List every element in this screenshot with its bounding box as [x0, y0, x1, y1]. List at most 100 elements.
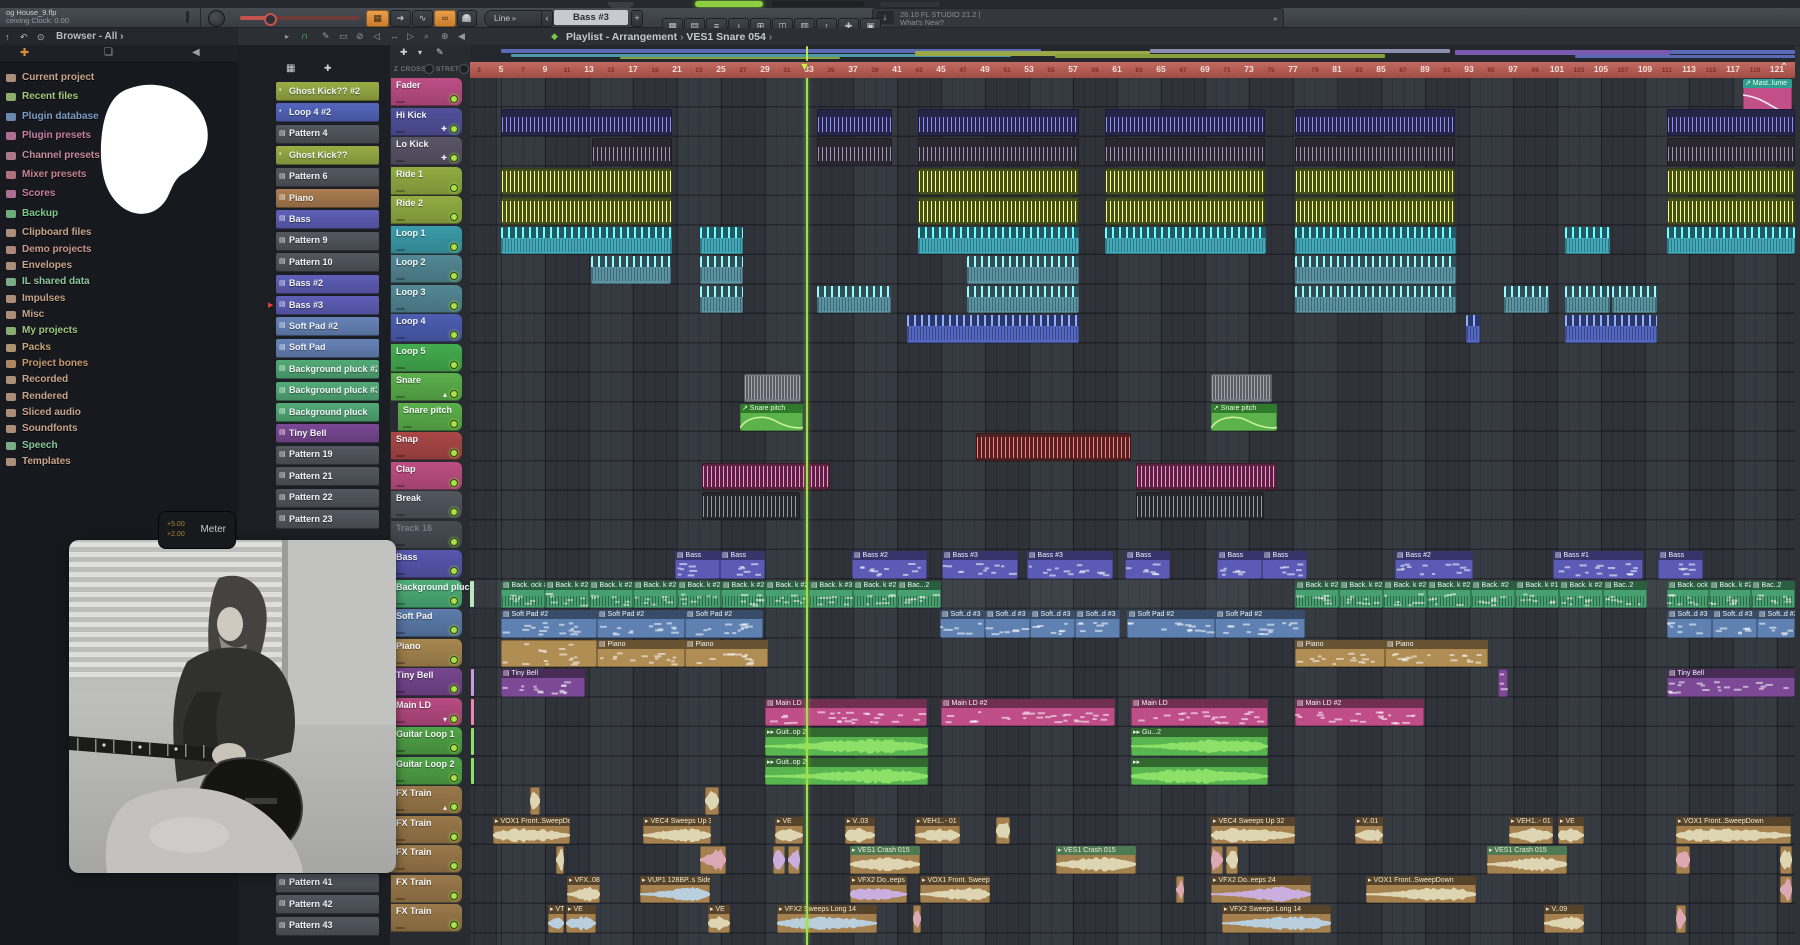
- browser-item[interactable]: Envelopes: [6, 259, 231, 274]
- playlist-clip[interactable]: [918, 168, 1079, 196]
- playlist-clip[interactable]: ▤ Soft..d #3: [1757, 610, 1795, 638]
- playlist-clip[interactable]: ▸ VFX2 Sweeps Long 14: [777, 905, 877, 933]
- track-header[interactable]: Loop 5: [391, 344, 462, 372]
- magnet-icon[interactable]: ∩: [301, 31, 308, 42]
- main-volume-knob[interactable]: [208, 10, 225, 27]
- pattern-item[interactable]: ▤Soft Pad #2: [276, 317, 379, 336]
- collapse-down-icon[interactable]: ▾: [443, 715, 447, 724]
- stretch-knob[interactable]: [459, 64, 469, 74]
- playlist-clip[interactable]: [918, 227, 1079, 255]
- playlist-clip[interactable]: [702, 492, 800, 520]
- cross-knob[interactable]: [424, 64, 434, 74]
- playlist-clip[interactable]: ▤ Back. k #2: [1709, 581, 1751, 609]
- playlist-clip[interactable]: ▤ Back. k #2: [1339, 581, 1383, 609]
- playhead-marker[interactable]: ▼: [799, 61, 810, 73]
- arrangement-target[interactable]: VES1 Snare 054: [686, 31, 765, 43]
- browser-item[interactable]: Soundfonts: [6, 422, 231, 437]
- playlist-clip[interactable]: [788, 846, 800, 874]
- playlist-clip[interactable]: ▸ VOX1 Front..SweepDown: [1676, 817, 1791, 845]
- add-icon[interactable]: ✚: [20, 48, 29, 58]
- playlist-clip[interactable]: [967, 256, 1079, 284]
- options-arrow-icon[interactable]: ▸: [285, 32, 289, 41]
- playlist-clip[interactable]: [1667, 197, 1795, 225]
- playlist-clip[interactable]: ▸ VEH1..- 01: [1509, 817, 1553, 845]
- playlist-clip[interactable]: ▤ Back. k #2: [853, 581, 897, 609]
- track-header[interactable]: Clap: [391, 462, 462, 490]
- playlist-clip[interactable]: [501, 640, 597, 668]
- pattern-item[interactable]: ▤Bass #2: [276, 275, 379, 294]
- mute-dot[interactable]: [450, 803, 458, 811]
- playlist-clip[interactable]: [1667, 227, 1795, 255]
- pattern-item[interactable]: ▤Pattern 41: [276, 874, 379, 893]
- speaker-icon[interactable]: ◀: [192, 48, 200, 58]
- playlist-clip[interactable]: [1105, 138, 1265, 166]
- playlist-clip[interactable]: [1295, 109, 1455, 137]
- playlist-clip[interactable]: ▤ Bass #2: [1395, 551, 1473, 579]
- playlist-clip[interactable]: [817, 109, 892, 137]
- mute-dot[interactable]: [450, 508, 458, 516]
- track-header[interactable]: Background pluck: [391, 580, 462, 608]
- mute-dot[interactable]: [450, 243, 458, 251]
- playlist-clip[interactable]: [1226, 846, 1238, 874]
- playlist-clip[interactable]: [773, 846, 785, 874]
- pattern-item[interactable]: ▤Bass: [276, 210, 379, 229]
- playlist-clip[interactable]: ▸▸ Guit..op 2: [765, 728, 928, 756]
- mute-dot[interactable]: [450, 331, 458, 339]
- pattern-item[interactable]: ▤Piano: [276, 189, 379, 208]
- track-header[interactable]: Fader: [391, 78, 462, 106]
- track-header[interactable]: Tiny Bell: [391, 668, 462, 696]
- browser-item[interactable]: Clipboard files: [6, 226, 231, 241]
- track-header[interactable]: Track 16: [391, 521, 462, 549]
- pattern-item[interactable]: ▤Pattern 19: [276, 446, 379, 465]
- pattern-item[interactable]: ▤Pattern 6: [276, 168, 379, 187]
- playlist-clip[interactable]: [1295, 197, 1455, 225]
- playlist-clip[interactable]: ▸ VE: [708, 905, 730, 933]
- playlist-clip[interactable]: [1667, 109, 1795, 137]
- browser-title[interactable]: Browser - All ›: [56, 31, 123, 42]
- browser-item[interactable]: Misc: [6, 308, 231, 323]
- typing-keyboard-button[interactable]: ▦: [366, 10, 389, 27]
- playlist-clip[interactable]: [1498, 669, 1508, 697]
- track-header[interactable]: Snap: [391, 432, 462, 460]
- track-header[interactable]: Bass: [391, 550, 462, 578]
- zoom-icon[interactable]: ⊕: [441, 31, 449, 41]
- mute-dot[interactable]: [450, 538, 458, 546]
- mute-dot[interactable]: [450, 361, 458, 369]
- playlist-clip[interactable]: ▤ Bass: [1125, 551, 1170, 579]
- playlist-clip[interactable]: [1565, 315, 1657, 343]
- shuffle-slider-track[interactable]: [240, 16, 360, 20]
- slip-icon[interactable]: ↔: [390, 31, 399, 41]
- mute-dot[interactable]: [450, 420, 458, 428]
- collapse-tracks-icon[interactable]: ▾: [418, 48, 422, 57]
- pattern-item[interactable]: ▤Background pluck #2: [276, 360, 379, 379]
- pencil-icon[interactable]: ✎: [322, 31, 330, 41]
- playlist-clip[interactable]: ▸ VFX2 Do..eeps 24: [850, 876, 907, 904]
- pattern-item[interactable]: •Ghost Kick?? #2: [276, 82, 379, 101]
- playlist-clip[interactable]: [918, 138, 1079, 166]
- mute-dot[interactable]: [450, 597, 458, 605]
- playlist-clip[interactable]: ▤ Back. k #3: [809, 581, 853, 609]
- playlist-clip[interactable]: ▸ VFX2 Sweeps Long 14: [1222, 905, 1331, 933]
- playlist-clip[interactable]: ▤ Main LD #2: [1295, 699, 1424, 727]
- playlist-clip[interactable]: ▤ Back. k #2: [1559, 581, 1603, 609]
- playlist-clip[interactable]: [907, 315, 1079, 343]
- browser-item[interactable]: IL shared data: [6, 275, 231, 290]
- track-header[interactable]: Loop 3: [391, 285, 462, 313]
- playlist-clip[interactable]: [501, 197, 672, 225]
- playhead-line[interactable]: [806, 78, 808, 945]
- playlist-clip[interactable]: ▸▸ Gu...2: [1131, 728, 1268, 756]
- playlist-clip[interactable]: [1211, 374, 1272, 402]
- playlist-clip[interactable]: [556, 846, 564, 874]
- track-header[interactable]: Loop 1: [391, 226, 462, 254]
- playlist-clip[interactable]: ▸ VT: [548, 905, 564, 933]
- playlist-clip[interactable]: ▤ Bac..2: [1603, 581, 1647, 609]
- back-icon[interactable]: ↶: [20, 32, 28, 42]
- playlist-clip[interactable]: [501, 109, 672, 137]
- mute-dot[interactable]: [450, 715, 458, 723]
- playlist-clip[interactable]: [700, 286, 743, 314]
- pattern-item[interactable]: ▤Bass #3▶: [276, 296, 379, 315]
- whats-new-box[interactable]: ↓ 26.10 FL STUDIO 21.2 | What's New? ▸: [872, 8, 1284, 28]
- playlist-clip[interactable]: [913, 905, 921, 933]
- playlist-clip[interactable]: ▤ Back. k #2: [677, 581, 721, 609]
- playlist-clip[interactable]: ▤ Tiny Bell: [1667, 669, 1795, 697]
